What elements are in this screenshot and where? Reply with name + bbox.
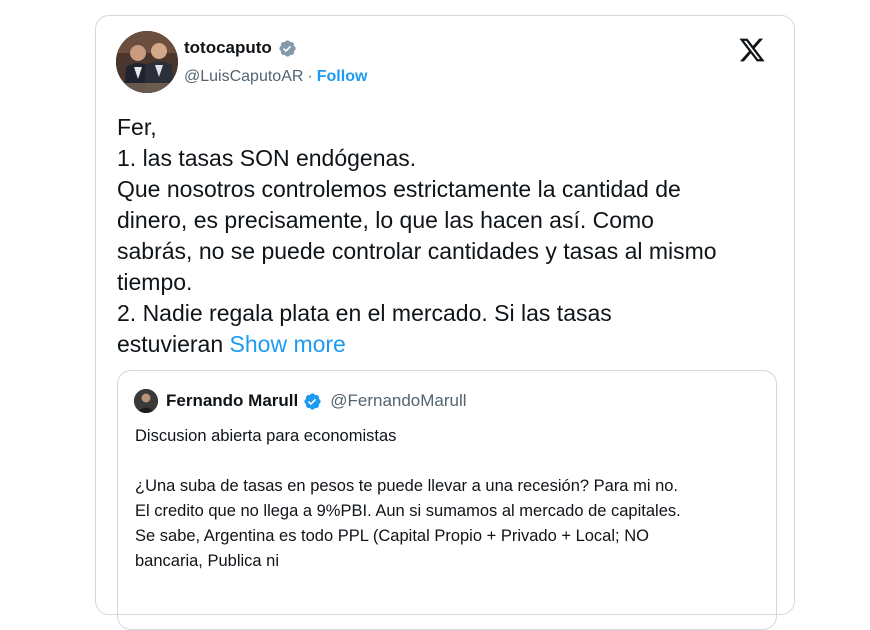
quoted-display-name[interactable]: Fernando Marull bbox=[166, 391, 298, 411]
quoted-verified-badge-icon bbox=[303, 392, 322, 411]
follow-button[interactable]: Follow bbox=[317, 68, 368, 86]
quoted-line: bancaria, Publica ni bbox=[135, 552, 280, 570]
quoted-handle[interactable]: @FernandoMarull bbox=[330, 391, 466, 411]
author-display-name[interactable]: totocaputo bbox=[184, 38, 272, 58]
verified-badge-icon bbox=[278, 39, 297, 58]
quoted-tweet[interactable]: Fernando Marull @FernandoMarull Discusio… bbox=[117, 370, 777, 630]
tweet-line: sabrás, no se puede controlar cantidades… bbox=[117, 238, 717, 264]
tweet-text: Fer, 1. las tasas SON endógenas. Que nos… bbox=[117, 112, 777, 360]
tweet-line: Que nosotros controlemos estrictamente l… bbox=[117, 176, 681, 202]
quoted-line: ¿Una suba de tasas en pesos te puede lle… bbox=[135, 477, 679, 495]
handle-separator: · bbox=[307, 68, 313, 85]
author-handle[interactable]: @LuisCaputoAR bbox=[184, 68, 303, 86]
tweet-line: Fer, bbox=[117, 114, 157, 140]
avatar-photo bbox=[116, 31, 178, 93]
quoted-avatar-photo bbox=[134, 389, 158, 413]
quoted-text: Discusion abierta para economistas ¿Una … bbox=[135, 424, 765, 574]
quoted-header: Fernando Marull @FernandoMarull bbox=[166, 391, 467, 411]
quoted-line: El credito que no llega a 9%PBI. Aun si … bbox=[135, 502, 681, 520]
tweet-line-last-text: estuvieran bbox=[117, 331, 224, 357]
tweet-line: tiempo. bbox=[117, 269, 193, 295]
quoted-blank-line bbox=[135, 449, 765, 474]
author-name-row: totocaputo bbox=[184, 38, 297, 58]
quoted-line: Discusion abierta para economistas bbox=[135, 427, 397, 445]
tweet-line: 2. Nadie regala plata en el mercado. Si … bbox=[117, 300, 612, 326]
tweet-line: 1. las tasas SON endógenas. bbox=[117, 145, 417, 171]
author-handle-row: @LuisCaputoAR · Follow bbox=[184, 68, 367, 86]
tweet-line: dinero, es precisamente, lo que las hace… bbox=[117, 207, 654, 233]
show-more-link[interactable]: Show more bbox=[230, 331, 346, 357]
tweet-line-last: estuvieran Show more bbox=[117, 329, 777, 360]
author-avatar[interactable] bbox=[116, 31, 178, 93]
quoted-author-avatar[interactable] bbox=[134, 389, 158, 413]
tweet-card: totocaputo @LuisCaputoAR · Follow Fer, 1… bbox=[95, 15, 795, 630]
quoted-line: Se sabe, Argentina es todo PPL (Capital … bbox=[135, 527, 649, 545]
x-logo-icon[interactable] bbox=[738, 36, 766, 64]
